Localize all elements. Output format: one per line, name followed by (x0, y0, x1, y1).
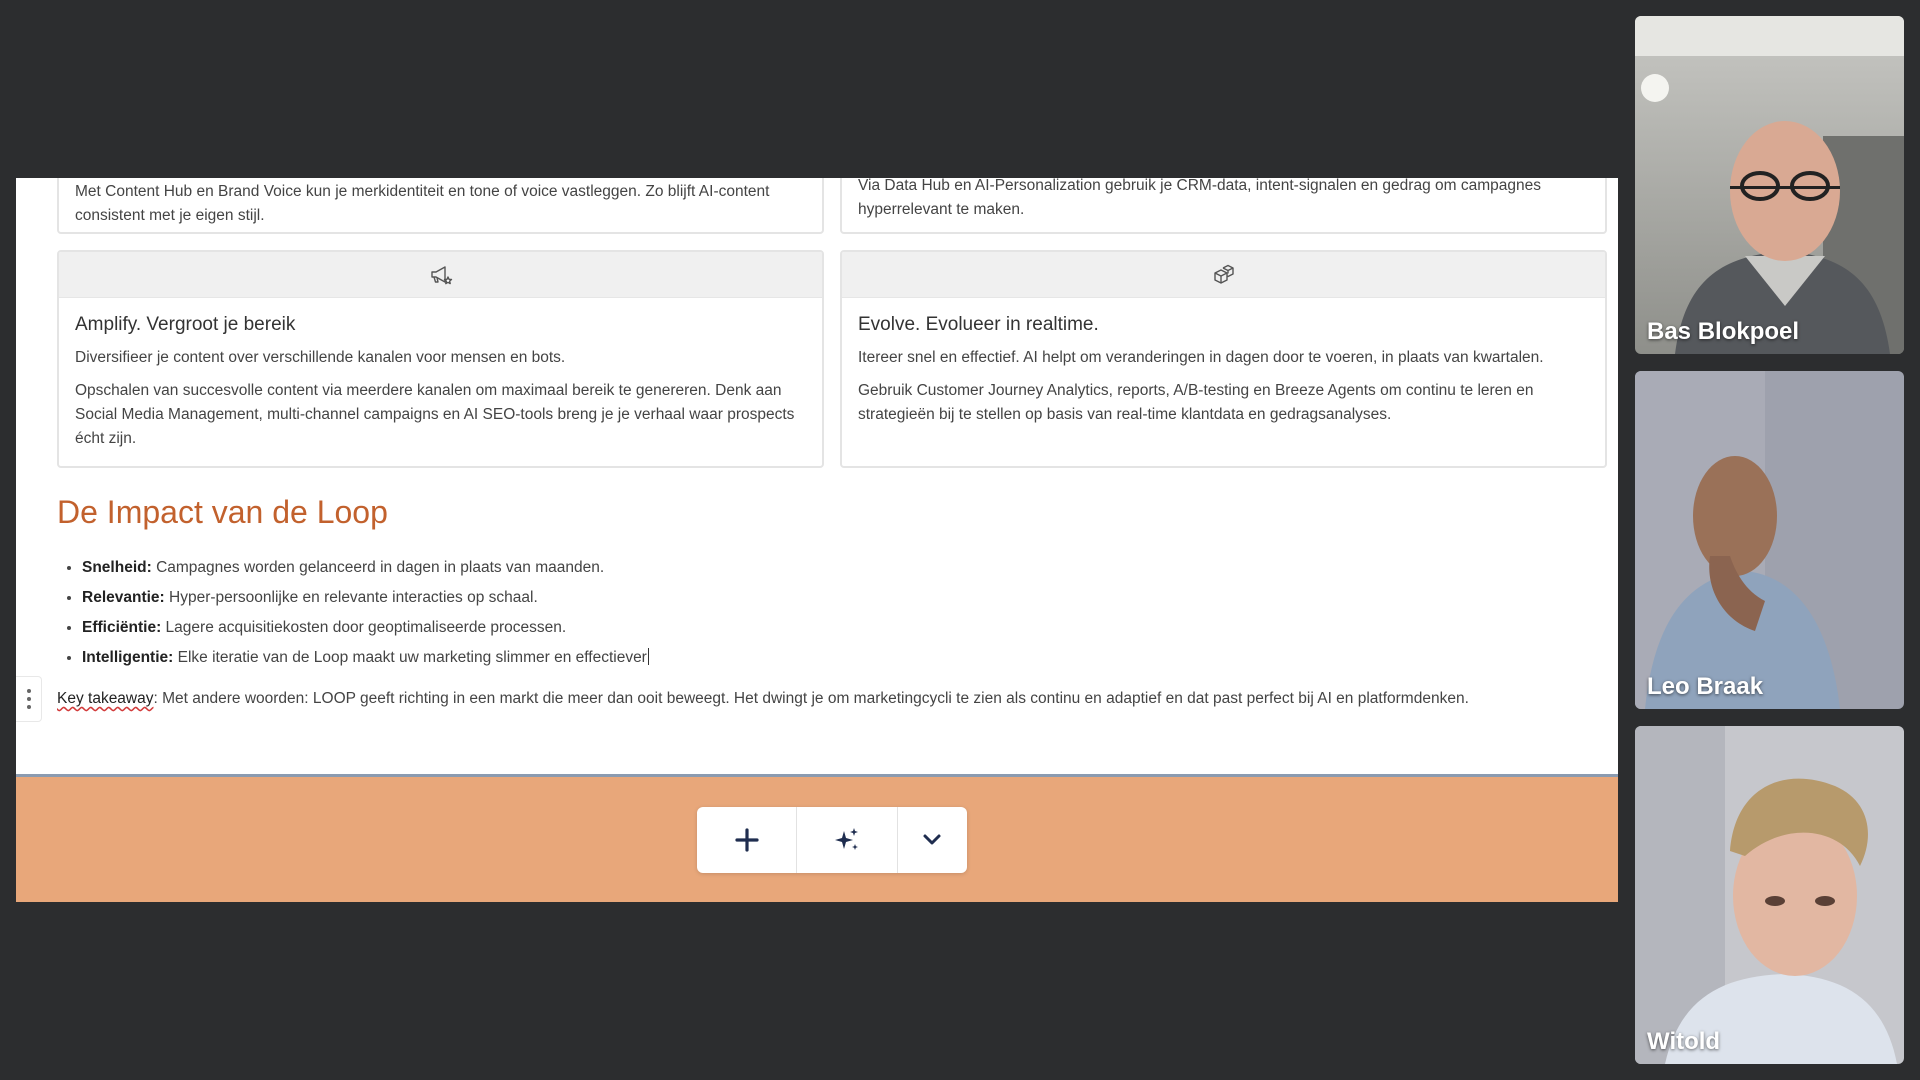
participant-tile[interactable]: Leo Braak (1635, 371, 1904, 709)
card-text: Via Data Hub en AI-Personalization gebru… (858, 178, 1541, 218)
card-text: Itereer snel en effectief. AI helpt om v… (858, 349, 1544, 366)
card-text: Met Content Hub en Brand Voice kun je me… (75, 183, 770, 224)
sparkles-icon (834, 828, 858, 850)
participant-name: Leo Braak (1647, 673, 1764, 700)
list-item[interactable]: Efficiëntie: Lagere acquisitiekosten doo… (82, 613, 649, 643)
list-item[interactable]: Snelheid: Campagnes worden gelanceerd in… (82, 553, 649, 583)
card-text: Diversifieer je content over verschillen… (75, 349, 566, 366)
card-title: Evolve. Evolueer in realtime. (858, 314, 1099, 335)
add-block-button[interactable] (697, 807, 798, 873)
shared-screen: Met Content Hub en Brand Voice kun je me… (16, 178, 1618, 902)
card-amplify: Amplify. Vergroot je bereik Diversifieer… (57, 250, 824, 468)
list-item-label: Intelligentie: (82, 649, 174, 666)
card-data-hub: Via Data Hub en AI-Personalization gebru… (840, 178, 1607, 234)
card-body: Via Data Hub en AI-Personalization gebru… (842, 178, 1605, 232)
ai-generate-button[interactable] (797, 807, 898, 873)
card-text: Opschalen van succesvolle content via me… (75, 382, 795, 447)
cubes-icon (1213, 264, 1234, 284)
plus-icon (735, 828, 759, 852)
editor-footer-band (16, 777, 1618, 902)
participant-tile[interactable]: Witold (1635, 726, 1904, 1064)
card-body: Evolve. Evolueer in realtime. Itereer sn… (842, 298, 1605, 441)
participant-video (1635, 726, 1904, 1064)
card-title: Amplify. Vergroot je bereik (75, 314, 296, 335)
list-item-text: Campagnes worden gelanceerd in dagen in … (156, 559, 605, 576)
card-evolve: Evolve. Evolueer in realtime. Itereer sn… (840, 250, 1607, 468)
participant-name: Witold (1647, 1028, 1721, 1055)
participant-name: Bas Blokpoel (1647, 318, 1800, 345)
list-item-label: Efficiëntie: (82, 619, 162, 636)
list-item-text: Lagere acquisitiekosten door geoptimalis… (165, 619, 567, 636)
card-content-hub: Met Content Hub en Brand Voice kun je me… (57, 178, 824, 234)
section-title: De Impact van de Loop (57, 494, 388, 530)
card-header (842, 252, 1605, 298)
drag-handle[interactable] (16, 676, 42, 722)
insert-toolbar (697, 807, 967, 873)
list-item[interactable]: Relevantie: Hyper-persoonlijke en releva… (82, 583, 649, 613)
drag-dots-icon (26, 689, 31, 709)
participant-video (1635, 371, 1904, 709)
participant-tile[interactable]: Bas Blokpoel (1635, 16, 1904, 354)
card-body: Amplify. Vergroot je bereik Diversifieer… (59, 298, 822, 465)
participant-video (1635, 16, 1904, 354)
text-cursor (647, 648, 649, 665)
card-body: Met Content Hub en Brand Voice kun je me… (59, 178, 822, 232)
chevron-down-icon (923, 834, 941, 845)
page-content: Met Content Hub en Brand Voice kun je me… (16, 178, 1618, 776)
key-takeaway-label: Key takeaway (57, 690, 154, 707)
card-text: Gebruik Customer Journey Analytics, repo… (858, 382, 1534, 423)
key-takeaway[interactable]: Key takeaway: Met andere woorden: LOOP g… (57, 688, 1597, 710)
list-item-label: Snelheid: (82, 559, 152, 576)
list-item-label: Relevantie: (82, 589, 165, 606)
list-item-text: Elke iteratie van de Loop maakt uw marke… (177, 649, 647, 666)
megaphone-star-icon (430, 265, 452, 284)
list-item[interactable]: Intelligentie: Elke iteratie van de Loop… (82, 643, 649, 673)
card-header (59, 252, 822, 298)
list-item-text: Hyper-persoonlijke en relevante interact… (169, 589, 538, 606)
impact-list: Snelheid: Campagnes worden gelanceerd in… (57, 553, 649, 673)
more-options-button[interactable] (898, 807, 967, 873)
key-takeaway-text: : Met andere woorden: LOOP geeft richtin… (153, 690, 1469, 707)
